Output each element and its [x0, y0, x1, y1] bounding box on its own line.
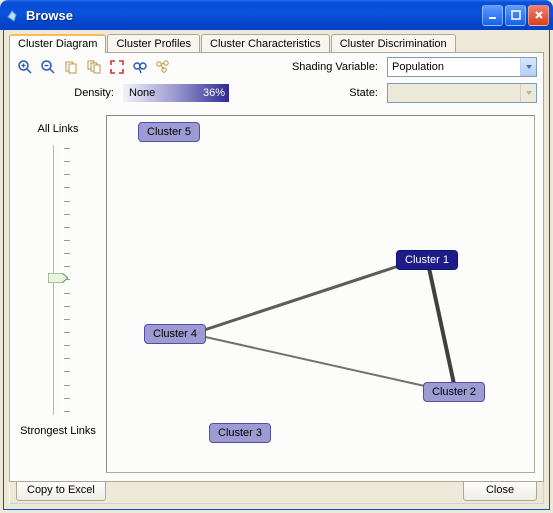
link-strength-slider[interactable]: [53, 145, 63, 415]
maximize-button[interactable]: [505, 5, 526, 26]
density-bar: None 36%: [123, 84, 229, 102]
copy-icon[interactable]: [62, 58, 80, 76]
tab-panel: Shading Variable: Population Density: No…: [9, 52, 544, 482]
find-node-icon[interactable]: [131, 58, 149, 76]
close-button[interactable]: Close: [463, 479, 537, 501]
zoom-out-icon[interactable]: [39, 58, 57, 76]
link-strength-panel: All Links Strongest Links: [10, 109, 106, 481]
density-value-name: None: [129, 87, 155, 99]
cluster-node-2[interactable]: Cluster 2: [423, 382, 485, 402]
fit-to-window-icon[interactable]: [108, 58, 126, 76]
chevron-down-icon: [520, 58, 536, 76]
minimize-button[interactable]: [482, 5, 503, 26]
state-label: State:: [349, 87, 378, 99]
body-area: All Links Strongest Links: [10, 109, 543, 481]
shading-variable-value: Population: [392, 61, 444, 73]
tab-strip: Cluster Diagram Cluster Profiles Cluster…: [9, 33, 549, 52]
diagram-edges: [107, 116, 534, 472]
zoom-in-icon[interactable]: [16, 58, 34, 76]
density-value-pct: 36%: [203, 87, 225, 99]
window-buttons: [482, 5, 549, 26]
copy-to-excel-button[interactable]: Copy to Excel: [16, 479, 106, 501]
tab-cluster-diagram[interactable]: Cluster Diagram: [9, 34, 106, 53]
slider-thumb[interactable]: [48, 273, 68, 283]
window-title: Browse: [26, 8, 482, 23]
toolbar-row-2: Density: None 36% State:: [10, 81, 543, 109]
tab-cluster-profiles[interactable]: Cluster Profiles: [107, 34, 200, 53]
copy-all-icon[interactable]: [85, 58, 103, 76]
cluster-node-5[interactable]: Cluster 5: [138, 122, 200, 142]
cluster-node-1[interactable]: Cluster 1: [396, 250, 458, 270]
chevron-down-icon: [520, 84, 536, 102]
app-icon: [4, 7, 20, 23]
slider-label-bottom: Strongest Links: [20, 425, 96, 437]
toolbar: Shading Variable: Population: [10, 53, 543, 81]
cluster-node-3[interactable]: Cluster 3: [209, 423, 271, 443]
layout-icon[interactable]: [154, 58, 172, 76]
cluster-node-4[interactable]: Cluster 4: [144, 324, 206, 344]
client-area: Cluster Diagram Cluster Profiles Cluster…: [3, 30, 550, 510]
title-bar: Browse: [0, 0, 553, 30]
close-window-button[interactable]: [528, 5, 549, 26]
cluster-diagram-canvas[interactable]: Cluster 5 Cluster 1 Cluster 4 Cluster 2 …: [106, 115, 535, 473]
slider-label-top: All Links: [38, 123, 79, 135]
tab-cluster-characteristics[interactable]: Cluster Characteristics: [201, 34, 330, 53]
tab-cluster-discrimination[interactable]: Cluster Discrimination: [331, 34, 456, 53]
state-select: [387, 83, 537, 103]
shading-variable-label: Shading Variable:: [292, 61, 378, 73]
density-label: Density:: [16, 87, 114, 99]
shading-variable-select[interactable]: Population: [387, 57, 537, 77]
